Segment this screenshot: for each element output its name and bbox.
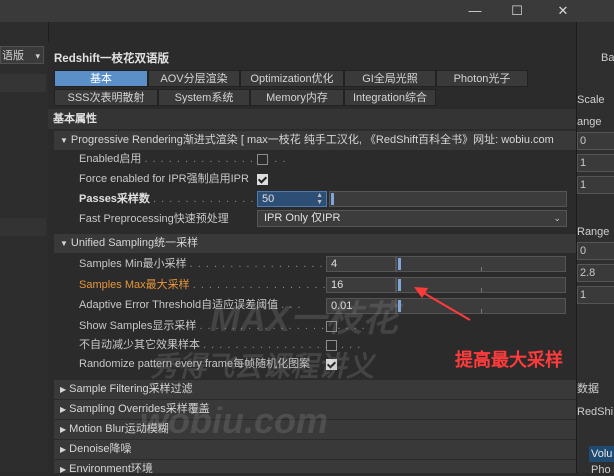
annotation-text: 提高最大采样 [455,350,563,370]
annotation-arrow-icon [414,287,471,321]
